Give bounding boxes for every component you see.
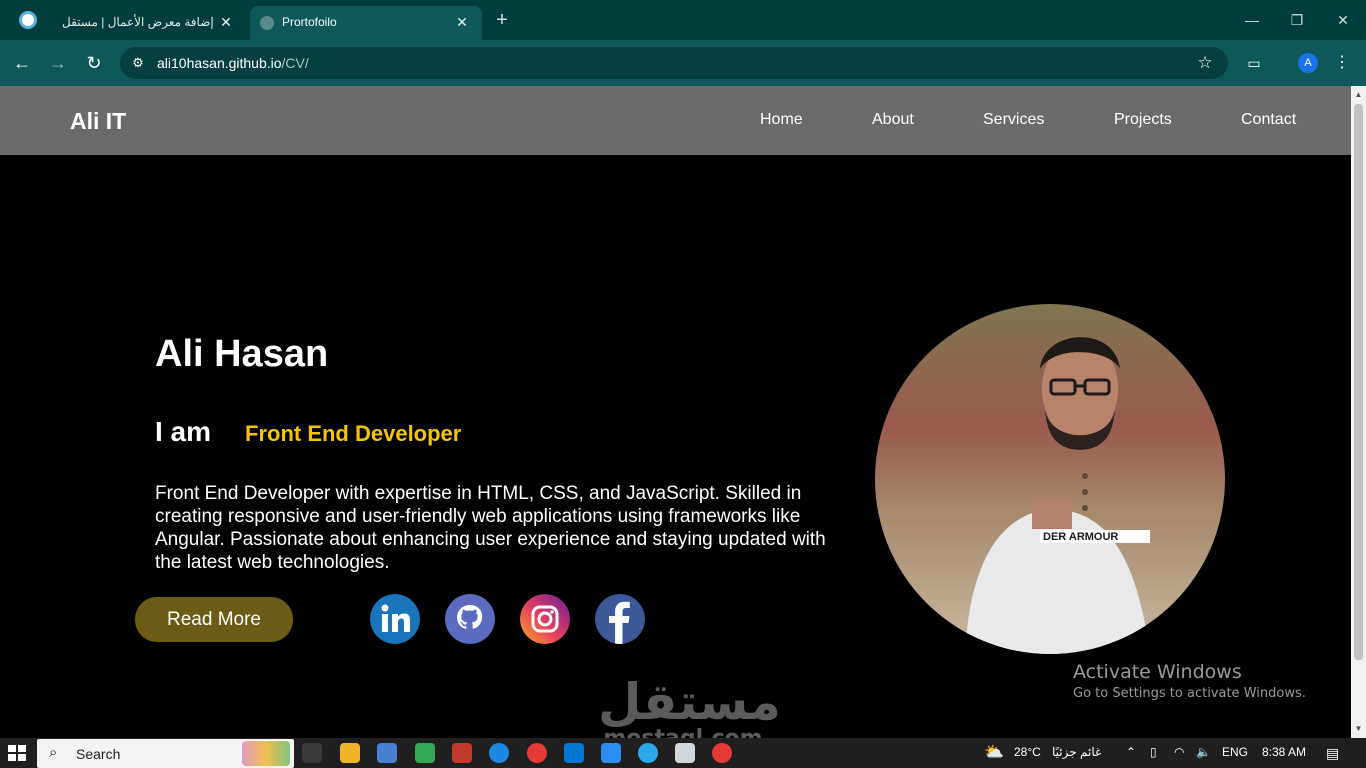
file-explorer-icon[interactable] bbox=[340, 743, 360, 763]
store-icon[interactable] bbox=[377, 743, 397, 763]
notepad-icon[interactable] bbox=[675, 743, 695, 763]
weather-temp[interactable]: 28°C bbox=[1014, 745, 1041, 759]
browser-tab-strip: إضافة معرض الأعمال | مستقل ✕ Prortofoilo… bbox=[0, 0, 1366, 40]
page-scrollbar[interactable]: ▲ ▼ bbox=[1351, 86, 1366, 738]
linkedin-icon[interactable] bbox=[370, 594, 420, 644]
site-logo[interactable]: Ali IT bbox=[70, 108, 126, 135]
profile-photo: DER ARMOUR bbox=[875, 304, 1225, 654]
taskbar-search-label: Search bbox=[76, 746, 121, 762]
paint-icon[interactable] bbox=[452, 743, 472, 763]
restore-button[interactable]: ❐ bbox=[1282, 8, 1312, 32]
close-window-button[interactable]: ✕ bbox=[1328, 8, 1358, 32]
site-navbar: Ali IT Home About Services Projects Cont… bbox=[0, 86, 1351, 155]
search-highlight-icon bbox=[242, 741, 290, 766]
hero-bio: Front End Developer with expertise in HT… bbox=[155, 483, 826, 573]
minimize-button[interactable]: — bbox=[1237, 8, 1267, 32]
instagram-icon[interactable] bbox=[520, 594, 570, 644]
volume-icon[interactable]: 🔈 bbox=[1196, 745, 1211, 759]
weather-text[interactable]: غائم جزئيًا bbox=[1052, 745, 1101, 759]
activate-windows-title: Activate Windows bbox=[1073, 661, 1242, 683]
tab-portfolio[interactable]: Prortofoilo ✕ bbox=[250, 6, 482, 40]
watermark-arabic: مستقل bbox=[598, 673, 781, 731]
clock[interactable]: 8:38 AM bbox=[1262, 745, 1306, 759]
mostaql-watermark: مستقل mostaql.com bbox=[598, 673, 781, 738]
tab-title: إضافة معرض الأعمال | مستقل bbox=[62, 15, 214, 29]
url-text[interactable]: ali10hasan.github.io/CV/ bbox=[157, 55, 309, 71]
watermark-latin: mostaql.com bbox=[598, 726, 768, 738]
hero-iam: I am bbox=[155, 416, 212, 447]
hero-name: Ali Hasan bbox=[155, 333, 329, 375]
profile-avatar[interactable]: A bbox=[1298, 53, 1318, 73]
taskbar-search[interactable]: ⌕ Search bbox=[37, 739, 294, 768]
battery-icon[interactable]: ▯ bbox=[1150, 745, 1157, 759]
cast-icon[interactable]: ▭ bbox=[1243, 52, 1265, 74]
nav-about[interactable]: About bbox=[872, 111, 914, 129]
github-icon[interactable] bbox=[445, 594, 495, 644]
reload-button[interactable]: ↻ bbox=[82, 51, 106, 75]
task-view-icon[interactable] bbox=[302, 743, 322, 763]
facebook-icon[interactable] bbox=[595, 594, 645, 644]
activate-windows-subtitle: Go to Settings to activate Windows. bbox=[1073, 686, 1306, 701]
bookmark-star-icon[interactable]: ☆ bbox=[1194, 52, 1216, 74]
scroll-thumb[interactable] bbox=[1354, 104, 1363, 660]
web-page: Ali IT Home About Services Projects Cont… bbox=[0, 86, 1351, 738]
scroll-up-icon[interactable]: ▲ bbox=[1354, 90, 1363, 100]
back-button[interactable]: ← bbox=[10, 51, 34, 75]
url-path: /CV/ bbox=[281, 55, 309, 71]
show-hidden-icons-icon[interactable]: ⌃ bbox=[1126, 745, 1136, 759]
chrome-profile-icon[interactable] bbox=[712, 743, 732, 763]
tab-mostaql[interactable]: إضافة معرض الأعمال | مستقل ✕ bbox=[40, 6, 246, 40]
windows-taskbar: ⌕ Search ⛅ 28°C غائم جزئيًا ⌃ ▯ ◠ 🔈 ENG … bbox=[0, 738, 1366, 768]
windows-start-icon[interactable] bbox=[8, 745, 26, 761]
search-icon: ⌕ bbox=[49, 744, 58, 761]
photos-icon[interactable] bbox=[601, 743, 621, 763]
browser-menu-icon[interactable]: ⋮ bbox=[1334, 52, 1350, 74]
edge-icon[interactable] bbox=[489, 743, 509, 763]
nav-contact[interactable]: Contact bbox=[1241, 111, 1296, 129]
new-tab-button[interactable]: + bbox=[490, 8, 514, 32]
site-info-icon[interactable]: ⚙ bbox=[128, 53, 148, 73]
url-host: ali10hasan.github.io bbox=[157, 55, 282, 71]
nav-services[interactable]: Services bbox=[983, 111, 1044, 129]
scroll-down-icon[interactable]: ▼ bbox=[1354, 724, 1363, 734]
tab-title: Prortofoilo bbox=[282, 15, 337, 29]
close-icon[interactable]: ✕ bbox=[216, 12, 236, 32]
browser-app-icon[interactable] bbox=[19, 11, 37, 29]
globe-icon bbox=[260, 16, 274, 30]
drive-icon[interactable] bbox=[415, 743, 435, 763]
wifi-icon[interactable]: ◠ bbox=[1174, 745, 1184, 759]
weather-icon[interactable]: ⛅ bbox=[984, 742, 1004, 762]
vscode-icon[interactable] bbox=[564, 743, 584, 763]
close-icon[interactable]: ✕ bbox=[452, 12, 472, 32]
svg-text:DER ARMOUR: DER ARMOUR bbox=[1043, 531, 1118, 543]
telegram-icon[interactable] bbox=[638, 743, 658, 763]
nav-home[interactable]: Home bbox=[760, 111, 803, 129]
chrome-icon[interactable] bbox=[527, 743, 547, 763]
language-indicator[interactable]: ENG bbox=[1222, 745, 1248, 759]
nav-projects[interactable]: Projects bbox=[1114, 111, 1172, 129]
read-more-button[interactable]: Read More bbox=[135, 597, 293, 642]
notifications-icon[interactable]: ▤ bbox=[1326, 745, 1339, 762]
hero-role: Front End Developer bbox=[245, 421, 462, 446]
forward-button[interactable]: → bbox=[46, 51, 70, 75]
